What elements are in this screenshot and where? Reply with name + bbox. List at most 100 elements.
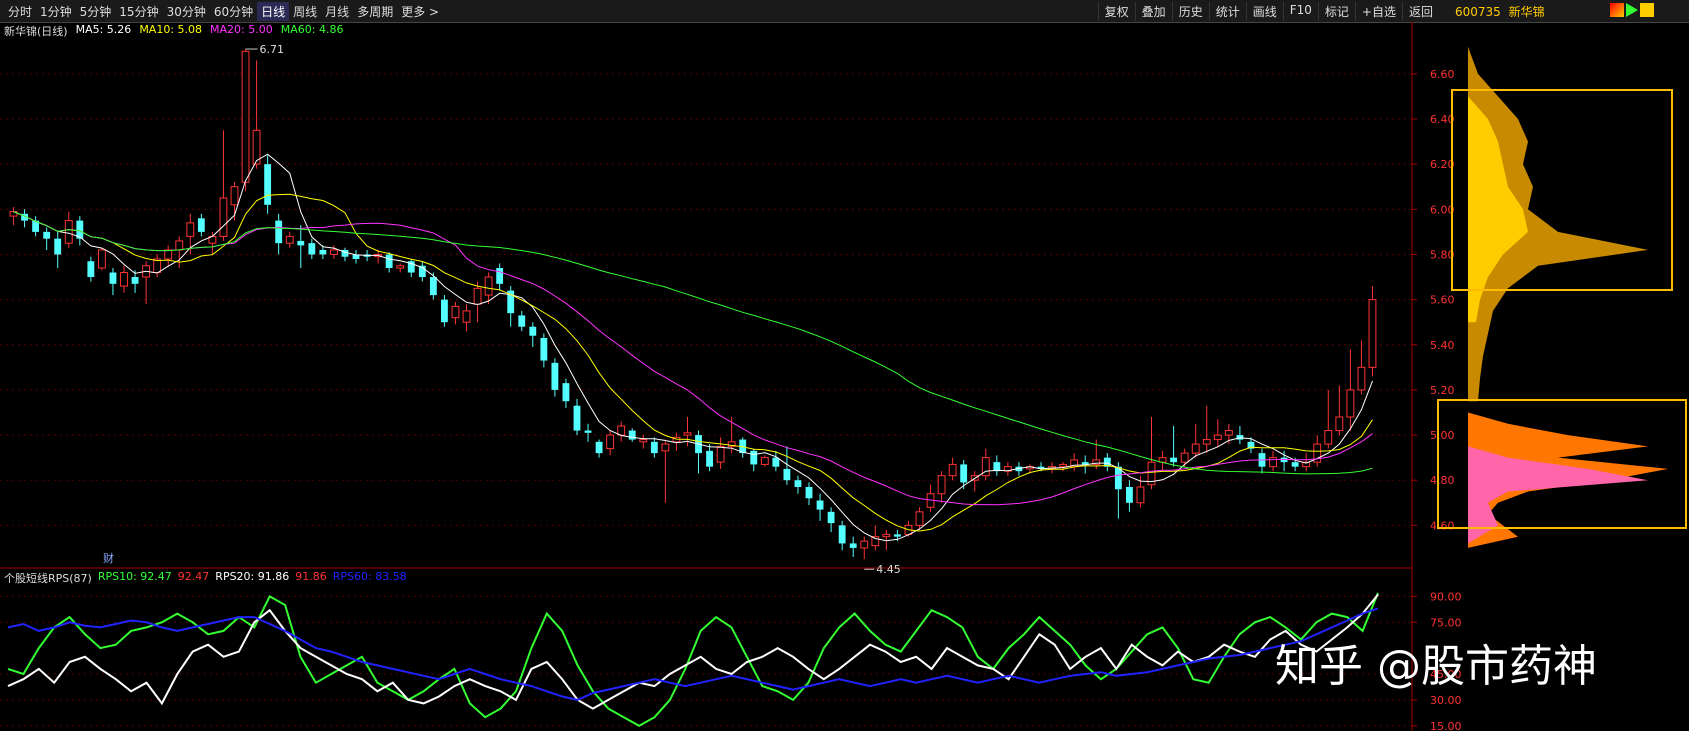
candle-body: [1180, 452, 1189, 463]
price-tick-label: 6.00: [1430, 203, 1455, 216]
candle-body: [43, 231, 51, 239]
candle-body: [948, 463, 957, 477]
candle-body: [838, 525, 846, 544]
candle-body: [882, 533, 891, 538]
candle-body: [396, 265, 405, 269]
price-tick-label: 5.80: [1430, 248, 1455, 261]
price-tick-label: 5.20: [1430, 384, 1455, 397]
price-tick-label: 6.60: [1430, 68, 1455, 81]
candle-body: [1170, 457, 1178, 463]
high-label: 6.71: [260, 43, 285, 56]
candle-body: [849, 543, 857, 548]
candle-body: [297, 240, 305, 246]
rps20-value: 91.86: [295, 570, 327, 583]
candle-body: [617, 425, 626, 436]
candle-body: [1136, 486, 1145, 504]
rps-tick-label: 75.00: [1430, 616, 1462, 629]
candle-body: [87, 261, 95, 278]
candle-body: [706, 450, 713, 467]
finance-marker: 财: [103, 551, 114, 565]
candle-body: [639, 439, 648, 443]
candle-body: [429, 277, 437, 296]
candle-body: [1269, 457, 1277, 468]
candle-body: [805, 486, 813, 499]
candle-body: [175, 240, 184, 251]
rps10-value: 92.47: [177, 570, 210, 583]
candle-body: [1191, 443, 1200, 454]
candle-body: [893, 534, 901, 537]
candle-body: [496, 268, 504, 284]
price-tick-label: 5.60: [1430, 294, 1455, 307]
candle-body: [562, 383, 570, 402]
candle-body: [573, 405, 581, 431]
candle-body: [385, 254, 393, 269]
rps-tick-label: 90.00: [1430, 590, 1462, 603]
candle-body: [783, 468, 791, 481]
rps-title: 个股短线RPS(87): [4, 572, 92, 585]
candle-body: [716, 445, 725, 463]
candle-body: [760, 457, 769, 465]
candle-body: [595, 441, 603, 454]
candle-body: [1202, 439, 1211, 445]
candle-body: [473, 287, 482, 305]
candle-body: [64, 220, 73, 244]
candle-body: [650, 441, 658, 454]
kline-chart[interactable]: 6.60 6.40 6.20 6.00 5.80 5.60 5.40 5.20 5.00 4.80…: [0, 0, 1689, 731]
candle-body: [186, 222, 195, 237]
ma5-line: [13, 153, 1373, 542]
candle-body: [120, 272, 128, 287]
candle-body: [937, 475, 946, 495]
candle-body: [772, 457, 780, 467]
low-label: 4.45: [876, 563, 901, 576]
rps-info: 个股短线RPS(87) RPS10: 92.47 92.47 RPS20: 91…: [0, 570, 407, 586]
rps60-line: [7, 607, 1379, 701]
candle-body: [628, 430, 636, 440]
candle-body: [440, 299, 448, 323]
price-tick-label: 5.40: [1430, 339, 1455, 352]
candle-body: [551, 362, 559, 390]
candle-body: [750, 450, 758, 465]
price-tick-label: 6.20: [1430, 158, 1455, 171]
ma20-line: [13, 211, 1373, 506]
candle-body: [197, 218, 205, 232]
candle-body: [915, 511, 924, 526]
rps20-label: RPS20: 91.86: [215, 570, 290, 583]
candle-body: [109, 272, 117, 284]
candle-body: [484, 276, 493, 296]
candle-body: [1357, 366, 1366, 391]
candle-body: [462, 310, 471, 323]
candle-body: [1213, 434, 1222, 441]
candle-body: [275, 220, 283, 244]
candle-body: [219, 197, 228, 237]
candle-body: [827, 511, 835, 524]
candle-body: [960, 464, 968, 483]
candle-body: [529, 326, 537, 336]
candle-body: [661, 443, 670, 452]
candle-body: [131, 277, 139, 284]
price-tick-label: 4.80: [1430, 474, 1455, 487]
candle-body: [1059, 463, 1068, 468]
price-tick-label: 6.40: [1430, 113, 1455, 126]
candle-body: [860, 540, 869, 549]
rps10-label: RPS10: 92.47: [97, 570, 172, 583]
candle-body: [264, 164, 272, 205]
candle-body: [97, 249, 106, 269]
candle-body: [330, 249, 338, 255]
candle-body: [1291, 462, 1299, 467]
rps-tick-label: 15.00: [1430, 720, 1462, 731]
candle-body: [584, 430, 592, 433]
price-tick-label: 4.60: [1430, 519, 1455, 532]
candle-body: [683, 432, 692, 436]
candle-body: [54, 238, 62, 255]
candle-body: [1324, 430, 1333, 445]
candle-body: [451, 305, 460, 319]
candle-body: [1224, 430, 1233, 436]
candle-body: [540, 337, 548, 361]
rps10-line: [7, 592, 1379, 727]
candle-body: [1125, 486, 1133, 503]
rps-tick-label: 30.00: [1430, 694, 1462, 707]
candle-body: [230, 186, 239, 206]
candle-body: [794, 480, 802, 487]
candle-body: [241, 50, 250, 183]
candle-body: [1346, 389, 1355, 418]
